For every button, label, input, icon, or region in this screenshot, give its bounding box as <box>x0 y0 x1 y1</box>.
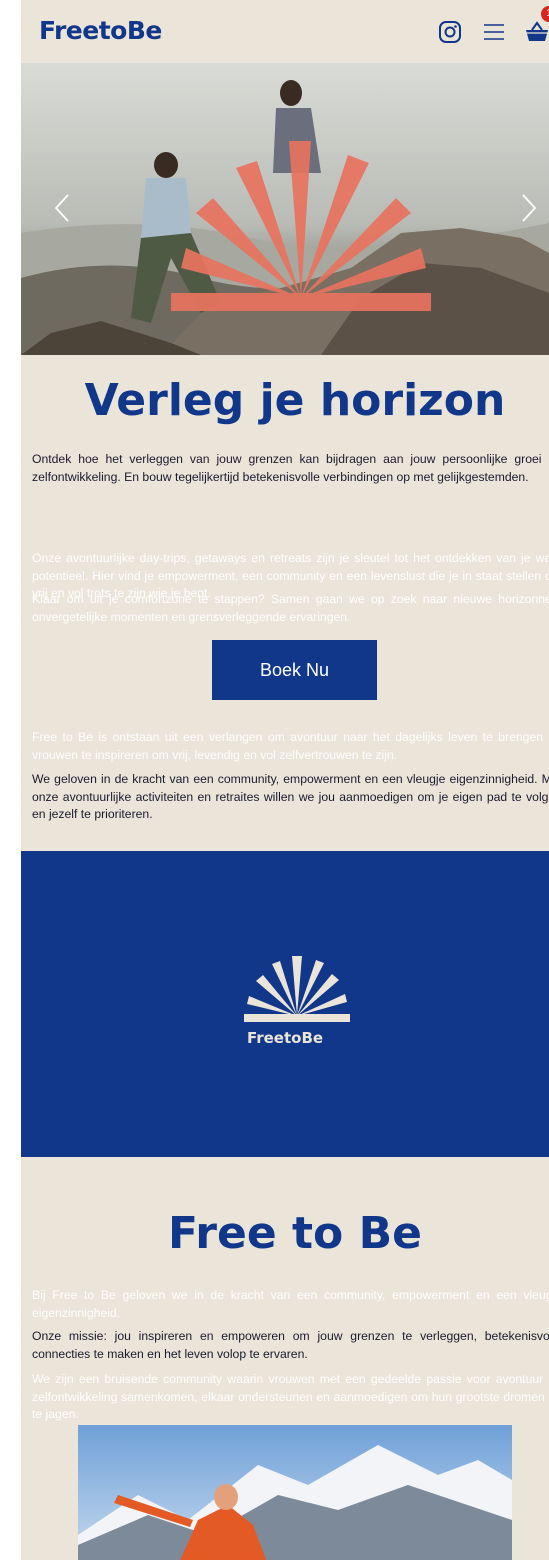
book-now-button[interactable]: Boek Nu <box>212 640 377 700</box>
section-title: Verleg je horizon <box>84 375 506 426</box>
intro-paragraph-3: Klaar om uit je comfortzone te stappen? … <box>32 592 549 624</box>
site-header: FreetoBe 1 <box>21 0 549 63</box>
brand-band <box>21 851 549 1157</box>
intro-paragraph-5: We geloven in de kracht van een communit… <box>32 772 549 821</box>
menu-icon[interactable] <box>482 20 506 44</box>
hero-slider <box>21 63 549 355</box>
sun-logo-overlay <box>171 141 431 311</box>
brand-band-logo-word: FreetoBe <box>246 1029 324 1047</box>
chevron-left-icon[interactable] <box>53 193 73 223</box>
about-title: Free to Be <box>168 1208 422 1259</box>
instagram-icon[interactable] <box>438 20 462 44</box>
intro-paragraph-1: Ontdek hoe het verleggen van jouw grenze… <box>32 452 549 484</box>
page: FreetoBe 1 <box>21 0 549 1560</box>
about-paragraph-1: Bij Free to Be geloven we in de kracht v… <box>32 1288 549 1320</box>
site-logo[interactable]: FreetoBe <box>39 16 162 45</box>
about-paragraph-2: Onze missie: jou inspireren en empoweren… <box>32 1329 549 1361</box>
intro-paragraph-4: Free to Be is ontstaan uit een verlangen… <box>32 730 549 762</box>
cart-icon[interactable] <box>525 20 549 44</box>
sun-logo-icon <box>244 956 350 1022</box>
mountain-image <box>78 1425 512 1560</box>
chevron-right-icon[interactable] <box>518 193 538 223</box>
about-paragraph-3: We zijn een bruisende community waarin v… <box>32 1372 549 1421</box>
